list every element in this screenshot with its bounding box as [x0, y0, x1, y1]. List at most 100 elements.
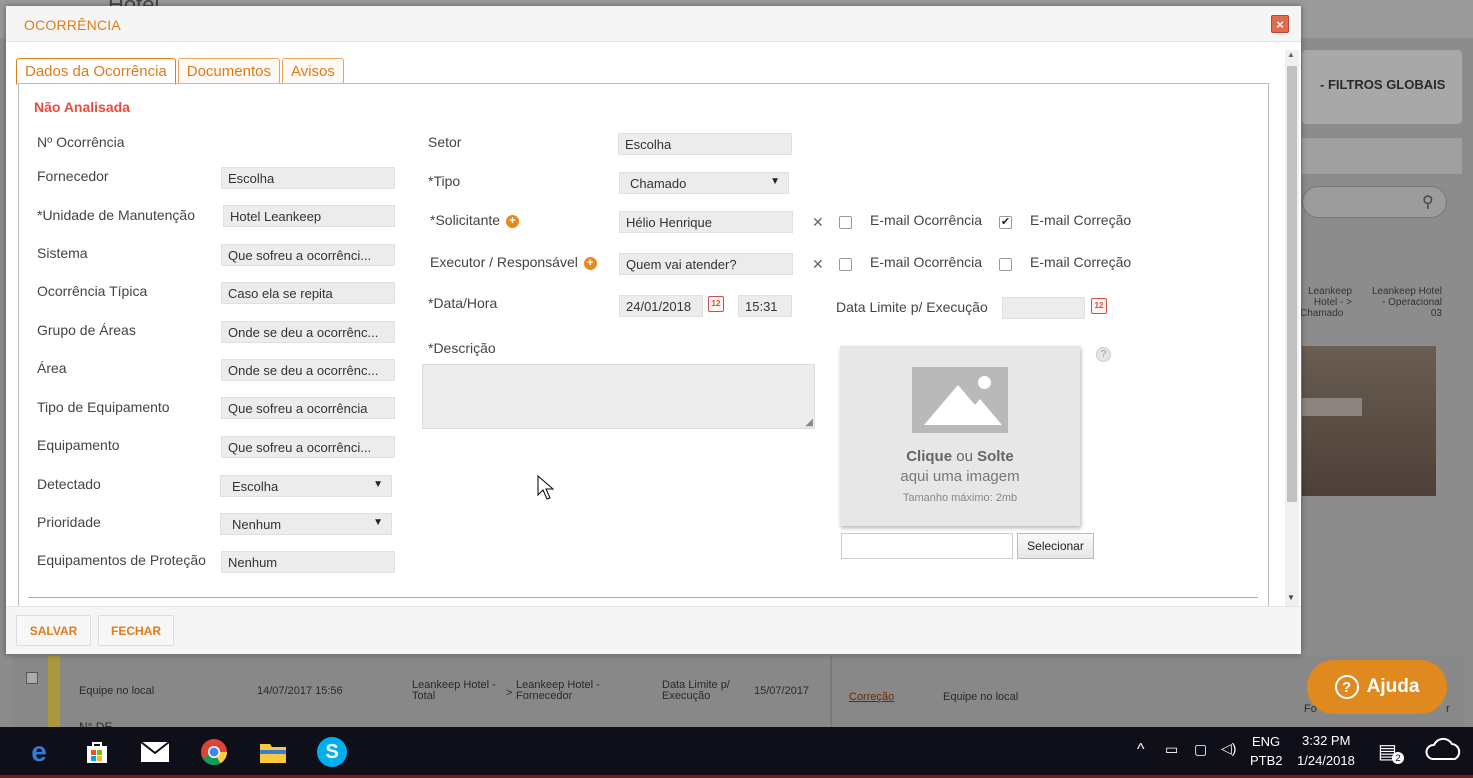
question-icon[interactable]: ?	[1096, 347, 1111, 362]
image-dropzone[interactable]: Clique ou Solte aqui uma imagem Tamanho …	[840, 346, 1080, 526]
area-field[interactable]: Onde se deu a ocorrênc...	[221, 359, 395, 381]
clock-date[interactable]: 1/24/2018	[1297, 753, 1355, 768]
field-label-executor: Executor / Responsável +	[430, 254, 597, 270]
clear-executor-icon[interactable]: ✕	[812, 256, 824, 273]
mail-icon[interactable]	[140, 737, 170, 767]
card-text-line: - Operacional	[1381, 297, 1442, 308]
clock-time[interactable]: 3:32 PM	[1302, 733, 1350, 748]
field-label-prioridade: Prioridade	[37, 514, 101, 530]
scroll-up-icon[interactable]: ▲	[1287, 50, 1295, 59]
notification-count-badge: 2	[1392, 752, 1404, 764]
date-field[interactable]: 24/01/2018	[619, 295, 703, 317]
onedrive-cloud-icon[interactable]	[1425, 736, 1463, 765]
language-top[interactable]: ENG	[1252, 734, 1280, 749]
unidade-field[interactable]: Hotel Leankeep	[223, 205, 395, 227]
grupo-areas-field[interactable]: Onde se deu a ocorrênc...	[221, 321, 395, 343]
modal-footer: SALVAR FECHAR	[6, 606, 1301, 654]
divider	[28, 597, 1258, 598]
fornecedor-field[interactable]: Escolha	[221, 167, 395, 189]
add-solicitante-icon[interactable]: +	[505, 215, 519, 228]
executor-email-ocorrencia-checkbox[interactable]	[839, 258, 852, 271]
chrome-icon[interactable]	[199, 737, 229, 767]
setor-field[interactable]: Escolha	[618, 133, 792, 155]
field-label-data-limite: Data Limite p/ Execução	[836, 299, 988, 315]
taskbar: e S ^ ▭ ▢ ◁) ENG PTB2 3:32 PM 1/24/2018 …	[0, 727, 1473, 778]
chevron-down-icon: ▼	[373, 517, 383, 528]
row-checkbox[interactable]	[26, 672, 38, 684]
card-text-line: Leankeep Hotel	[1371, 286, 1442, 297]
image-placeholder-icon	[912, 367, 1008, 433]
resize-grip-icon[interactable]: ◢	[805, 417, 813, 428]
tab-avisos[interactable]: Avisos	[281, 58, 344, 84]
modal-scrollbar[interactable]: ▲ ▼	[1285, 50, 1299, 606]
solicitante-field[interactable]: Hélio Henrique	[619, 211, 793, 233]
solicitante-email-ocorrencia-label: E-mail Ocorrência	[870, 212, 983, 228]
equipamento-field[interactable]: Que sofreu a ocorrênci...	[221, 436, 395, 458]
mountain-shape	[958, 399, 1002, 425]
close-button[interactable]: FECHAR	[98, 615, 174, 646]
correction-link[interactable]: Correção	[849, 692, 894, 703]
dropzone-drop-text: Solte	[977, 448, 1014, 465]
network-icon[interactable]: ▢	[1194, 741, 1207, 758]
add-executor-icon[interactable]: +	[583, 257, 597, 270]
occurrence-photo[interactable]	[1302, 346, 1436, 496]
executor-field[interactable]: Quem vai atender?	[619, 253, 793, 275]
language-bottom[interactable]: PTB2	[1250, 753, 1283, 768]
store-icon[interactable]	[82, 737, 112, 767]
tipo-select[interactable]: Chamado ▼	[619, 172, 789, 194]
row-cell: r	[1446, 703, 1450, 715]
detectado-select[interactable]: Escolha ▼	[220, 475, 392, 497]
solicitante-label-text: *Solicitante	[430, 212, 501, 228]
file-path-input[interactable]	[841, 533, 1013, 559]
chevron-down-icon: ▼	[770, 176, 780, 187]
row-cell: Leankeep Hotel - Fornecedor	[516, 680, 600, 702]
scroll-thumb[interactable]	[1287, 66, 1297, 502]
tab-documentos[interactable]: Documentos	[177, 58, 280, 84]
row-cell-line: Total	[412, 690, 436, 702]
field-label-fornecedor: Fornecedor	[37, 168, 109, 184]
data-limite-field[interactable]	[1002, 297, 1085, 319]
modal-title: OCORRÊNCIA	[24, 17, 121, 33]
dropzone-instruction: Clique ou Solte	[840, 448, 1080, 465]
sistema-field[interactable]: Que sofreu a ocorrênci...	[221, 244, 395, 266]
solicitante-email-ocorrencia-checkbox[interactable]	[839, 216, 852, 229]
edge-icon[interactable]: e	[24, 736, 54, 767]
equipamentos-protecao-field[interactable]: Nenhum	[221, 551, 395, 573]
select-file-button[interactable]: Selecionar	[1017, 533, 1094, 559]
clear-solicitante-icon[interactable]: ✕	[812, 214, 824, 231]
executor-email-correcao-checkbox[interactable]	[999, 258, 1012, 271]
search-icon[interactable]: ⚲	[1422, 192, 1434, 212]
help-button[interactable]: ? Ajuda	[1307, 660, 1447, 714]
row-cell: Leankeep Hotel - Total	[412, 680, 496, 702]
tab-dados-ocorrencia[interactable]: Dados da Ocorrência	[16, 58, 176, 85]
field-label-sistema: Sistema	[37, 245, 88, 261]
skype-icon[interactable]: S	[317, 737, 347, 767]
card-text-line: 03	[1430, 308, 1442, 319]
time-field[interactable]: 15:31	[738, 295, 792, 317]
row-cell: Equipe no local	[79, 685, 155, 697]
dropzone-click-text: Clique	[906, 448, 953, 465]
chevron-up-icon[interactable]: ^	[1137, 741, 1145, 759]
help-label: Ajuda	[1366, 676, 1420, 697]
calendar-icon[interactable]: 12	[1091, 298, 1107, 314]
executor-label-text: Executor / Responsável	[430, 254, 578, 270]
global-filters-label: - FILTROS GLOBAIS	[1320, 77, 1446, 92]
scroll-down-icon[interactable]: ▼	[1287, 593, 1295, 602]
file-explorer-icon[interactable]	[258, 737, 288, 767]
chevron-down-icon: ▼	[373, 479, 383, 490]
card-text-line: Chamado	[1300, 308, 1344, 319]
descricao-textarea[interactable]: ◢	[422, 364, 815, 429]
tipo-equipamento-field[interactable]: Que sofreu a ocorrência	[221, 397, 395, 419]
calendar-icon[interactable]: 12	[708, 296, 724, 312]
close-icon[interactable]: ×	[1271, 15, 1289, 33]
row-cell-line: Fornecedor	[516, 690, 573, 702]
field-label-unidade: *Unidade de Manutenção	[37, 207, 196, 223]
volume-icon[interactable]: ◁)	[1221, 740, 1236, 757]
ocorrencia-tipica-field[interactable]: Caso ela se repita	[221, 282, 395, 304]
solicitante-email-correcao-checkbox[interactable]: ✔	[999, 216, 1012, 229]
table-row[interactable]: Equipe no local 14/07/2017 15:56 Leankee…	[12, 656, 1464, 733]
prioridade-select[interactable]: Nenhum ▼	[220, 513, 392, 535]
save-button[interactable]: SALVAR	[16, 615, 91, 646]
card-text-col1: Leankeep Hotel - > Chamado	[1300, 286, 1352, 319]
battery-icon[interactable]: ▭	[1165, 741, 1178, 758]
